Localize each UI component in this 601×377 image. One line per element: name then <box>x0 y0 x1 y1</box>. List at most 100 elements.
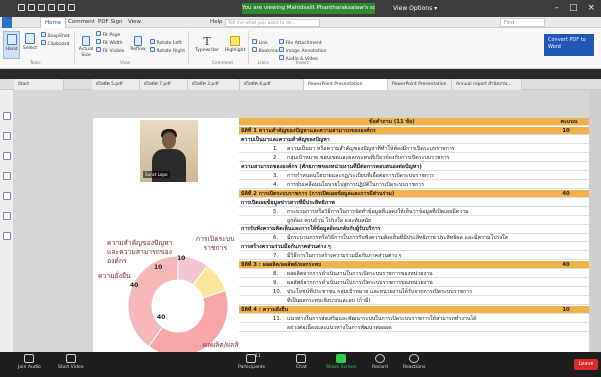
row-text: การขับเคลื่อนนโยบายไปสู่การปฏิบัติในการเ… <box>287 181 425 188</box>
table-subheading-row: ความเป็นมาและความสำคัญของปัญหา <box>239 135 589 145</box>
select-tool-button[interactable]: Select <box>22 33 38 52</box>
tab-home[interactable]: Home <box>40 17 67 28</box>
bookmark-icon <box>252 47 257 52</box>
view-options-label: View Options <box>393 5 433 12</box>
table-subheading-row: การเปิดเผยข้อมูลข่าวสารที่มีประสิทธิภาพ <box>239 198 589 207</box>
criteria-table: ข้อคำถาม (11 ข้อ) คะแนน มิติที่ 1 ความสำ… <box>239 118 589 352</box>
fit-width-button[interactable]: Fit Width <box>96 39 123 47</box>
attachment-icon[interactable] <box>3 192 11 200</box>
fit-width-icon <box>96 39 101 44</box>
comments-icon[interactable] <box>3 172 11 180</box>
table-row: 4. การขับเคลื่อนนโยบายไปสู่การปฏิบัติในกา… <box>239 180 589 189</box>
table-row: อย่างต่อเนื่องและแนวทางในการพัฒนาต่อยอด <box>239 323 589 332</box>
typewriter-button[interactable]: T Typewriter <box>192 36 222 54</box>
tab-help[interactable]: Help <box>210 17 223 28</box>
doc-tab[interactable]: PowerPoint Presentation <box>388 79 452 90</box>
highlight-button[interactable]: Highlight <box>222 36 248 54</box>
item-number: 5. <box>273 208 279 215</box>
doc-tab-start[interactable]: Start <box>14 79 64 90</box>
find-input[interactable]: Find <box>500 18 545 27</box>
rotate-left-label: Rotate Left <box>156 41 182 46</box>
undo-icon[interactable] <box>58 4 65 11</box>
table-section-row: มิติที่ 1 ความสำคัญของปัญหาและความสามารถ… <box>239 127 589 136</box>
view-options-button[interactable]: View Options ▾ <box>393 3 437 14</box>
pie-value-label: 40 <box>130 282 139 289</box>
fit-visible-button[interactable]: Fit Visible <box>96 47 124 55</box>
layers-icon[interactable] <box>3 212 11 220</box>
image-annotation-button[interactable]: Image Annotation <box>279 47 327 55</box>
select-icon <box>25 33 35 44</box>
row-text: มิติที่ 4 : ความยั่งยืน <box>241 307 289 313</box>
tell-me-search[interactable]: Tell me what you want to do... <box>225 19 320 27</box>
print-icon[interactable] <box>48 4 55 11</box>
item-number: 2. <box>273 154 279 161</box>
save-icon[interactable] <box>38 4 45 11</box>
clipboard-button[interactable]: Clipboard <box>41 40 69 48</box>
doc-tab[interactable]: สไลด์ค 7.pdf <box>140 79 188 90</box>
image-annotation-label: Image Annotation <box>285 49 327 54</box>
tab-pdf-sign[interactable]: PDF Sign <box>98 17 122 28</box>
rotate-right-icon <box>150 47 155 52</box>
minimize-button[interactable]: – <box>554 2 559 15</box>
table-row: 9. ผลลัพธ์จากการดำเนินงานในการเปิดระบบราช… <box>239 279 589 288</box>
reactions-button[interactable]: Reactions <box>403 354 425 371</box>
file-attachment-button[interactable]: File Attachment <box>279 39 322 47</box>
file-menu-button[interactable] <box>2 17 12 28</box>
row-text: มิติที่ 1 ความสำคัญของปัญหาและความสามารถ… <box>241 128 376 134</box>
row-text: ถูกต้อง ครบถ้วน โปร่งใส และทันสมัย <box>287 217 372 224</box>
start-video-button[interactable]: Start Video <box>58 354 84 371</box>
row-text: อย่างต่อเนื่องและแนวทางในการพัฒนาต่อยอด <box>287 324 392 331</box>
redo-icon[interactable] <box>68 4 75 11</box>
media-icon <box>279 55 284 60</box>
chat-button[interactable]: Chat <box>296 354 307 371</box>
row-text: ผลลัพธ์จากการดำเนินงานในการเปิดระบบราชกา… <box>287 280 433 287</box>
table-row: 8. ผลผลิตจากการดำเนินงานในการเปิดระบบราชก… <box>239 270 589 279</box>
reflow-button[interactable]: Reflow <box>130 36 146 53</box>
open-icon[interactable] <box>28 4 35 11</box>
record-button[interactable]: Record <box>372 354 388 371</box>
hand-icon[interactable] <box>3 112 11 120</box>
presenter-head <box>162 132 176 149</box>
doc-tab[interactable]: Annual report สำนักงาน... <box>452 79 522 90</box>
window-controls: – □ × <box>554 2 595 15</box>
join-audio-button[interactable]: Join Audio <box>18 354 41 371</box>
row-text: การเปิดเผยข้อมูลข่าวสารที่มีประสิทธิภาพ <box>241 199 335 206</box>
fit-page-button[interactable]: Fit Page <box>96 31 120 39</box>
fit-width-label: Fit Width <box>102 41 123 46</box>
row-text: ผลผลิตจากการดำเนินงานในการเปิดระบบราชการ… <box>287 271 433 278</box>
close-button[interactable]: × <box>587 2 595 15</box>
vertical-scrollbar[interactable] <box>589 90 601 352</box>
doc-tab[interactable]: สไลด์ค 3.pdf <box>188 79 240 90</box>
bookmark-button[interactable]: Bookmark <box>252 47 282 55</box>
left-sidebar-toolbar <box>0 90 14 352</box>
item-number: 1. <box>273 145 279 152</box>
app-icon <box>18 4 25 11</box>
separator <box>74 31 75 64</box>
link-button[interactable]: Link <box>252 39 268 47</box>
fit-visible-label: Fit Visible <box>102 49 125 54</box>
snapshot-button[interactable]: SnapShot <box>41 32 69 40</box>
tab-view[interactable]: View <box>128 17 141 28</box>
tab-comment[interactable]: Comment <box>68 17 95 28</box>
rotate-right-button[interactable]: Rotate Right <box>150 47 185 55</box>
pages-icon[interactable] <box>3 132 11 140</box>
actual-size-button[interactable]: Actual Size <box>78 36 94 59</box>
fit-page-label: Fit Page <box>102 33 121 38</box>
doc-tab[interactable]: สไลด์ค 4.pdf <box>240 79 304 90</box>
maximize-button[interactable]: □ <box>569 2 578 15</box>
leave-button[interactable]: Leave <box>574 359 598 370</box>
share-screen-button[interactable]: Share Screen <box>326 354 357 371</box>
table-row: 5. กระบวนการหรือวิธีการในการจัดทำข้อมูลที… <box>239 207 589 216</box>
doc-tab-active[interactable]: PowerPoint Presentation <box>304 79 388 90</box>
rotate-left-button[interactable]: Rotate Left <box>150 39 182 47</box>
table-row: 3. การกำหนดนโยบายและกฎ/ระเบียบที่เอื้อต่อ… <box>239 171 589 180</box>
row-text: ความเป็นมา หรือความสำคัญของปัญหาที่ทำให้… <box>287 145 455 152</box>
bookmark-icon[interactable] <box>3 152 11 160</box>
doc-tab[interactable]: สไลด์ค 5.pdf <box>92 79 140 90</box>
convert-pdf-to-word-button[interactable]: Convert PDF to Word <box>544 34 594 56</box>
ribbon-toolbar: Hand Select SnapShot Clipboard Actual Si… <box>0 28 601 69</box>
signature-icon[interactable] <box>3 232 11 240</box>
hand-tool-button[interactable]: Hand <box>3 31 20 59</box>
pie-label-sustainability: ความยั่งยืน <box>98 272 131 280</box>
row-text: กลุ่มเป้าหมาย ขอบเขตและผลกระทบที่เกี่ยวข… <box>287 154 450 161</box>
